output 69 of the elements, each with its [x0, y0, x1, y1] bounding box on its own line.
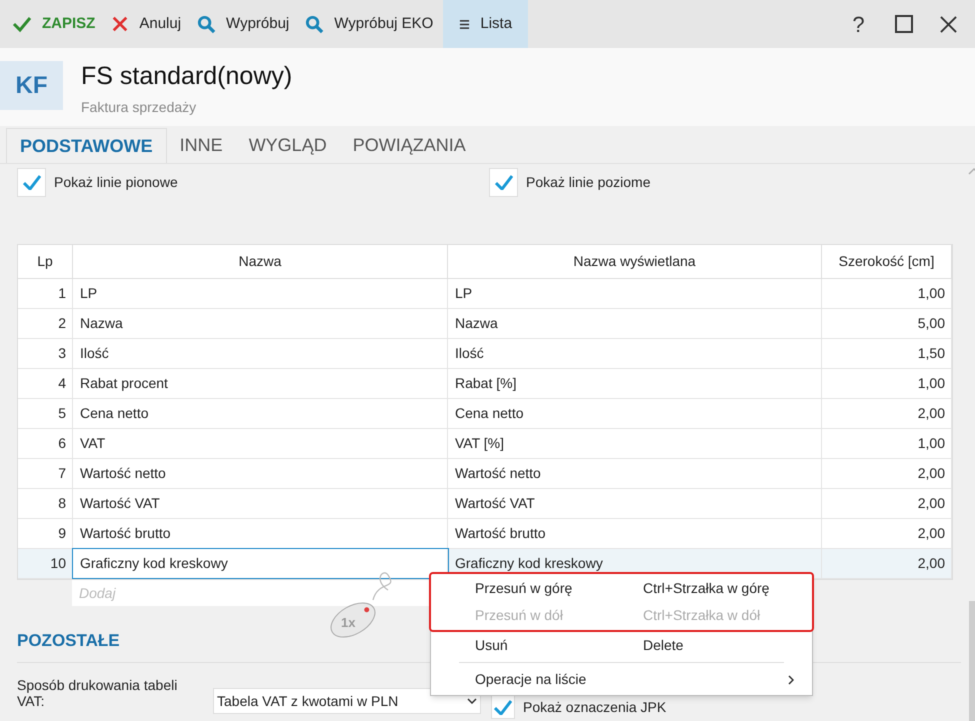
table-cell: 1,50 [822, 339, 952, 368]
table-row[interactable]: 6 VAT VAT [%] 1,00 [18, 429, 952, 459]
table-cell: Nazwa [73, 309, 448, 338]
checkbox-label: Pokaż linie poziome [526, 172, 651, 192]
table-cell: VAT [%] [448, 429, 822, 458]
table-cell: 5 [18, 399, 73, 428]
table-cell: Wartość VAT [73, 489, 448, 518]
table-row[interactable]: 2 Nazwa Nazwa 5,00 [18, 309, 952, 339]
toolbar-button[interactable]: Anuluj [105, 0, 188, 48]
table-cell: 2,00 [822, 519, 952, 548]
table-cell: 4 [18, 369, 73, 398]
table-cell: Graficzny kod kreskowy [73, 549, 448, 578]
table-cell: 1,00 [822, 429, 952, 458]
tab[interactable]: WYGLĄD [236, 128, 340, 163]
checkbox-label: Pokaż linie pionowe [54, 172, 178, 192]
table-row[interactable]: 3 Ilość Ilość 1,50 [18, 339, 952, 369]
column-header: Nazwa wyświetlana [448, 245, 822, 278]
table-cell: Cena netto [73, 399, 448, 428]
tab[interactable]: INNE [166, 128, 236, 163]
tab[interactable]: PODSTAWOWE [6, 128, 167, 163]
table-cell: 2,00 [822, 549, 952, 578]
table-cell: 7 [18, 459, 73, 488]
table-cell: 1,00 [822, 369, 952, 398]
table-cell: 5,00 [822, 309, 952, 338]
toolbar-button[interactable]: Wypróbuj EKO [299, 0, 440, 48]
table-cell: Ilość [448, 339, 822, 368]
table-cell: Rabat [%] [448, 369, 822, 398]
table-cell: 6 [18, 429, 73, 458]
document-badge: KF [0, 61, 63, 110]
table-cell: Rabat procent [73, 369, 448, 398]
table-cell: 2 [18, 309, 73, 338]
table-row[interactable]: 7 Wartość netto Wartość netto 2,00 [18, 459, 952, 489]
menu-item[interactable]: Usuń Delete [431, 632, 812, 659]
table-row[interactable]: 8 Wartość VAT Wartość VAT 2,00 [18, 489, 952, 519]
table-cell: 2,00 [822, 399, 952, 428]
table-row[interactable]: 5 Cena netto Cena netto 2,00 [18, 399, 952, 429]
table-cell: Wartość brutto [448, 519, 822, 548]
table-row[interactable]: 4 Rabat procent Rabat [%] 1,00 [18, 369, 952, 399]
table-row[interactable]: 10 Graficzny kod kreskowy Graficzny kod kreskowy 2,00 [18, 549, 952, 579]
table-cell: 3 [18, 339, 73, 368]
table-cell: LP [448, 279, 822, 308]
table-cell: 1 [18, 279, 73, 308]
table-cell: 9 [18, 519, 73, 548]
table-cell: 2,00 [822, 489, 952, 518]
tab[interactable]: POWIĄZANIA [340, 128, 479, 163]
table-cell: LP [73, 279, 448, 308]
table-cell: Wartość netto [73, 459, 448, 488]
document-subtitle: Faktura sprzedaży [81, 98, 198, 117]
table-cell: VAT [73, 429, 448, 458]
table-cell: 2,00 [822, 459, 952, 488]
column-header: Szerokość [cm] [822, 245, 952, 278]
toolbar-button[interactable]: Lista [443, 0, 528, 48]
table-cell: Cena netto [448, 399, 822, 428]
column-header: Nazwa [73, 245, 448, 278]
document-title: FS standard(nowy) [81, 61, 292, 91]
section-title: POZOSTAŁE [17, 630, 120, 652]
toolbar-button[interactable]: Wypróbuj [191, 0, 296, 48]
table-cell: 8 [18, 489, 73, 518]
table-cell: 1,00 [822, 279, 952, 308]
help-button[interactable]: ? [836, 0, 881, 48]
table-cell: Wartość netto [448, 459, 822, 488]
checkbox-label: Pokaż oznaczenia JPK [523, 698, 666, 716]
table-row[interactable]: 1 LP LP 1,00 [18, 279, 952, 309]
table-cell: Wartość VAT [448, 489, 822, 518]
vat-dropdown[interactable]: Tabela VAT z kwotami w PLN [213, 688, 481, 714]
column-header: Lp [18, 245, 73, 278]
table-cell: Ilość [73, 339, 448, 368]
field-label: Sposób drukowania tabeli VAT: [17, 677, 178, 709]
table-cell: Nazwa [448, 309, 822, 338]
